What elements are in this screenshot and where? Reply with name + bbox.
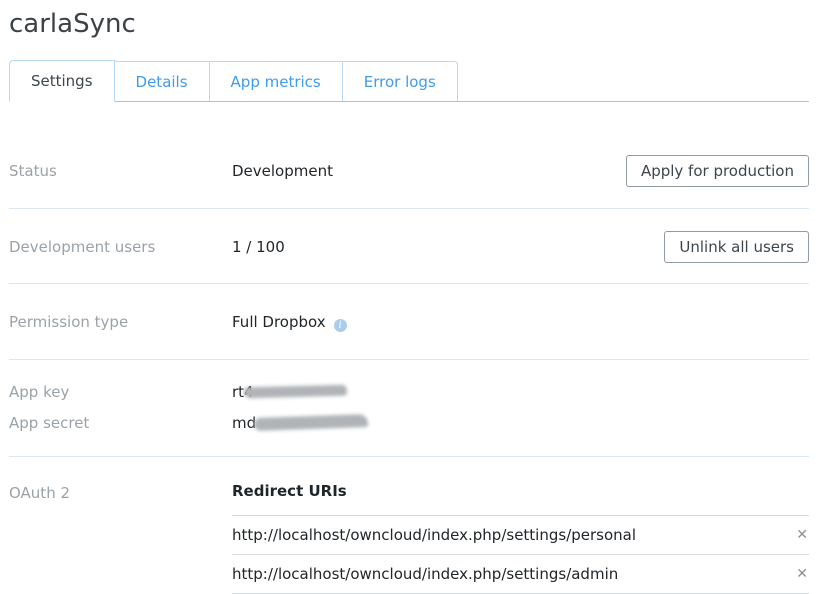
tab-details[interactable]: Details — [115, 61, 210, 101]
development-users-label: Development users — [9, 237, 232, 257]
status-row: Status Development Apply for production — [9, 102, 809, 209]
info-icon[interactable]: i — [334, 319, 347, 332]
status-label: Status — [9, 161, 232, 181]
apply-for-production-button[interactable]: Apply for production — [626, 155, 809, 187]
app-key-line: App key rt4 — [9, 382, 809, 402]
app-secret-line: App secret md — [9, 413, 809, 433]
remove-uri-icon[interactable]: ✕ — [795, 526, 809, 544]
oauth2-row: OAuth 2 Redirect URIs http://localhost/o… — [9, 457, 809, 594]
redirect-uri-text: http://localhost/owncloud/index.php/sett… — [232, 565, 618, 583]
status-value: Development — [232, 161, 626, 181]
app-secret-prefix: md — [232, 414, 256, 432]
app-key-label: App key — [9, 382, 232, 402]
redirect-uri-row: http://localhost/owncloud/index.php/sett… — [232, 555, 809, 594]
permission-type-label: Permission type — [9, 312, 232, 332]
redirect-uris-heading: Redirect URIs — [232, 483, 809, 500]
permission-type-value: Full Dropbox i — [232, 312, 809, 332]
tab-bar: Settings Details App metrics Error logs — [9, 61, 809, 102]
development-users-value: 1 / 100 — [232, 237, 664, 257]
settings-panel: Status Development Apply for production … — [9, 102, 809, 594]
app-secret-value: md — [232, 413, 809, 433]
tab-error-logs[interactable]: Error logs — [343, 61, 458, 101]
permission-type-row: Permission type Full Dropbox i — [9, 284, 809, 360]
oauth2-label: OAuth 2 — [9, 483, 232, 594]
redirect-uri-row: http://localhost/owncloud/index.php/sett… — [232, 516, 809, 555]
tab-settings[interactable]: Settings — [9, 60, 115, 102]
unlink-all-users-button[interactable]: Unlink all users — [664, 231, 809, 263]
page-title: carlaSync — [0, 0, 818, 41]
tab-app-metrics[interactable]: App metrics — [210, 61, 343, 101]
redirect-uris-section: Redirect URIs http://localhost/owncloud/… — [232, 483, 809, 594]
redirect-uri-text: http://localhost/owncloud/index.php/sett… — [232, 526, 636, 544]
development-users-row: Development users 1 / 100 Unlink all use… — [9, 209, 809, 284]
app-credentials-row: App key rt4 App secret md — [9, 360, 809, 457]
remove-uri-icon[interactable]: ✕ — [795, 565, 809, 583]
app-key-value: rt4 — [232, 382, 809, 402]
redirect-uri-list: http://localhost/owncloud/index.php/sett… — [232, 515, 809, 594]
app-secret-redaction — [254, 414, 368, 431]
permission-type-text: Full Dropbox — [232, 313, 326, 331]
app-secret-label: App secret — [9, 413, 232, 433]
app-key-redaction — [243, 384, 346, 398]
